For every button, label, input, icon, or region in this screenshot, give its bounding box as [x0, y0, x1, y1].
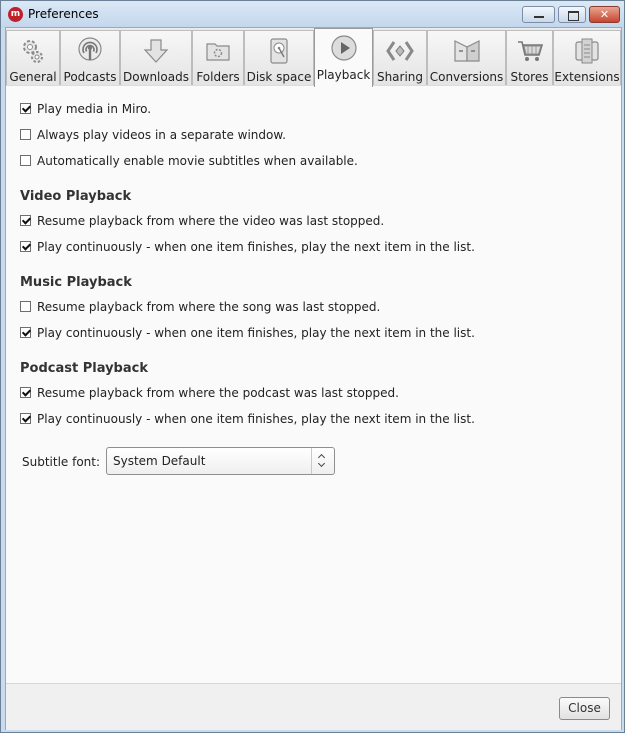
tab-label: Conversions	[429, 70, 504, 84]
video-continuous-checkbox[interactable]	[20, 241, 31, 252]
tab-label: Extensions	[554, 70, 620, 84]
minimize-icon	[534, 16, 544, 18]
folder-icon	[206, 43, 230, 61]
maximize-button[interactable]	[558, 6, 586, 23]
tab-label: Podcasts	[63, 70, 117, 84]
window-title: Preferences	[28, 7, 99, 21]
separate-window-checkbox[interactable]	[20, 129, 31, 140]
checkbox-label: Play media in Miro.	[37, 102, 152, 116]
up-down-chevron-icon	[311, 448, 334, 474]
sharing-icon	[386, 41, 414, 61]
tab-label: Downloads	[123, 70, 189, 84]
checkbox-label: Resume playback from where the song was …	[37, 300, 381, 314]
dialog-footer: Close	[6, 683, 621, 730]
tab-general[interactable]: General	[6, 30, 60, 85]
video-playback-heading: Video Playback	[20, 189, 132, 204]
checkbox-label: Resume playback from where the video was…	[37, 214, 385, 228]
subtitle-font-select[interactable]: System Default	[106, 447, 335, 475]
window-close-button[interactable]: ✕	[589, 6, 620, 23]
checkbox-label: Resume playback from where the podcast w…	[37, 386, 399, 400]
subtitle-font-label: Subtitle font:	[22, 455, 101, 469]
podcast-resume-checkbox[interactable]	[20, 387, 31, 398]
tab-label: Sharing	[376, 70, 424, 84]
checkbox-label: Automatically enable movie subtitles whe…	[37, 154, 358, 168]
video-resume-checkbox[interactable]	[20, 215, 31, 226]
preferences-tab-bar: General Podcasts Downloads Folders Disk …	[6, 28, 621, 87]
preferences-window: m Preferences ✕ General Podcasts Downloa…	[0, 0, 625, 733]
subtitle-font-value: System Default	[113, 454, 206, 468]
playback-settings-panel: Play media in Miro. Always play videos i…	[6, 86, 621, 683]
music-resume-checkbox[interactable]	[20, 301, 31, 312]
podcast-continuous-checkbox[interactable]	[20, 413, 31, 424]
tab-stores[interactable]: Stores	[506, 30, 553, 85]
title-bar: m Preferences ✕	[1, 1, 624, 28]
podcast-icon	[78, 37, 102, 61]
download-arrow-icon	[143, 39, 169, 63]
maximize-icon	[568, 11, 579, 21]
checkbox-label: Play continuously - when one item finish…	[37, 326, 475, 340]
gears-icon	[23, 40, 43, 63]
tab-folders[interactable]: Folders	[192, 30, 244, 85]
tab-label: Playback	[316, 68, 371, 82]
tab-sharing[interactable]: Sharing	[373, 30, 427, 85]
shopping-cart-icon	[517, 41, 543, 61]
miro-app-icon: m	[8, 7, 23, 22]
play-icon	[330, 35, 357, 61]
hard-disk-icon	[270, 38, 288, 64]
close-button[interactable]: Close	[559, 697, 610, 720]
tab-label: Folders	[196, 70, 240, 84]
tab-label: Stores	[510, 70, 549, 84]
checkbox-label: Always play videos in a separate window.	[37, 128, 286, 142]
tab-podcasts[interactable]: Podcasts	[60, 30, 120, 85]
tab-label: General	[9, 70, 57, 84]
checkbox-label: Play continuously - when one item finish…	[37, 412, 475, 426]
music-continuous-checkbox[interactable]	[20, 327, 31, 338]
extensions-icon	[575, 38, 599, 64]
auto-subtitles-checkbox[interactable]	[20, 155, 31, 166]
tab-playback[interactable]: Playback	[314, 28, 373, 87]
checkbox-label: Play continuously - when one item finish…	[37, 240, 475, 254]
tab-disk-space[interactable]: Disk space	[244, 30, 314, 85]
music-playback-heading: Music Playback	[20, 275, 132, 290]
play-in-miro-checkbox[interactable]	[20, 103, 31, 114]
tab-downloads[interactable]: Downloads	[120, 30, 192, 85]
preferences-client-area: General Podcasts Downloads Folders Disk …	[5, 27, 622, 730]
podcast-playback-heading: Podcast Playback	[20, 361, 148, 376]
close-icon: ✕	[599, 8, 610, 21]
tab-conversions[interactable]: Conversions	[427, 30, 506, 85]
minimize-button[interactable]	[522, 6, 555, 23]
tab-extensions[interactable]: Extensions	[553, 30, 621, 85]
conversions-icon	[453, 40, 480, 62]
tab-label: Disk space	[246, 70, 312, 84]
